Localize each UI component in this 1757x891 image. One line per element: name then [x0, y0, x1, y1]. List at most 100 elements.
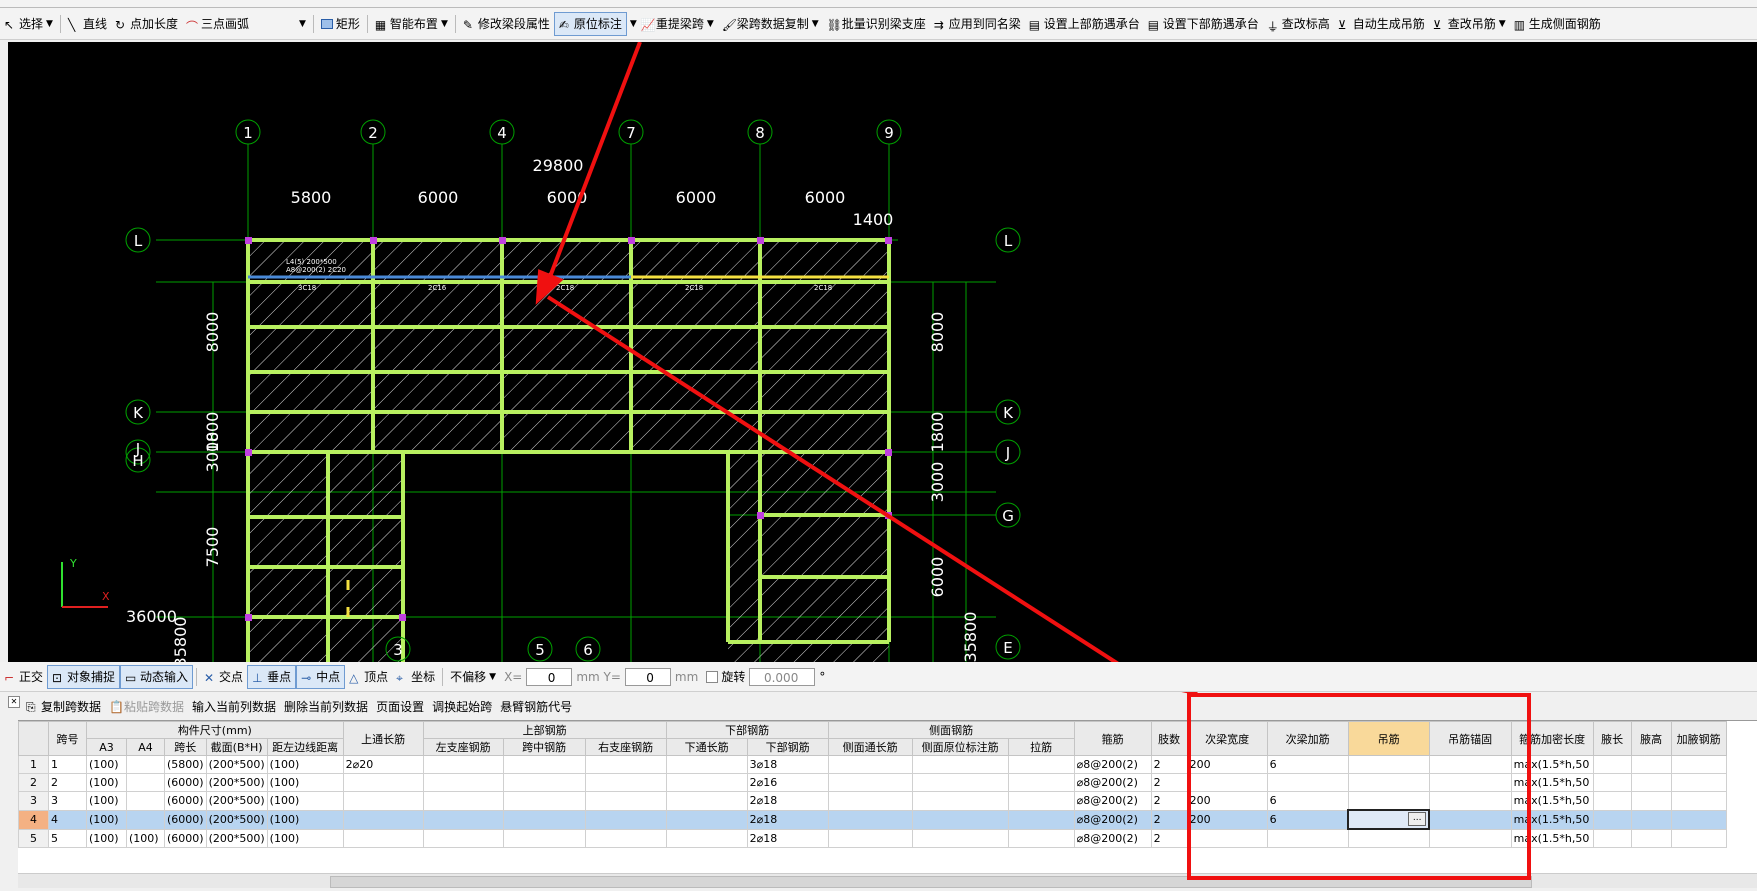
col-bottom-bar[interactable]: 下部钢筋	[746, 738, 829, 756]
grid-cell-dense[interactable]: max(1.5*h,50	[1510, 791, 1594, 811]
grid-cell[interactable]	[584, 773, 667, 792]
grid-cell-span[interactable]: 1	[48, 755, 87, 774]
grid-cell-top[interactable]	[342, 773, 424, 792]
grid-cell-legs[interactable]: 2	[1150, 791, 1188, 811]
midpoint-toggle[interactable]: ⊸ 中点	[296, 664, 346, 689]
grid-cell-dense[interactable]: max(1.5*h,50	[1510, 828, 1594, 848]
grid-cell-dense[interactable]: max(1.5*h,50	[1510, 809, 1594, 830]
col-left-support[interactable]: 左支座钢筋	[422, 738, 504, 756]
grid-cell-a4[interactable]	[126, 755, 165, 774]
grid-cell[interactable]	[1670, 791, 1727, 811]
grid-cell[interactable]	[827, 755, 913, 774]
grid-cell[interactable]	[584, 791, 667, 811]
grid-cell-dist[interactable]: (100)	[266, 828, 344, 848]
grid-cell-top[interactable]	[342, 828, 424, 848]
input-col-button[interactable]: 输入当前列数据	[188, 695, 280, 717]
col-stirrup[interactable]: 箍筋	[1073, 721, 1152, 756]
grid-cell-legs[interactable]: 2	[1150, 755, 1188, 774]
grid-cell-span[interactable]: 4	[48, 809, 87, 830]
col-section[interactable]: 截面(B*H)	[205, 738, 268, 756]
grid-cell[interactable]	[1007, 809, 1075, 830]
grid-cell-a4[interactable]: (100)	[126, 828, 165, 848]
y-input[interactable]: 0	[624, 667, 671, 686]
grid-cell-sw[interactable]	[1186, 773, 1268, 792]
col-haunch-h[interactable]: 腋高	[1630, 721, 1672, 756]
grid-cell[interactable]	[1428, 755, 1512, 774]
grid-cell-a3[interactable]: (100)	[86, 773, 127, 792]
grid-cell-sec[interactable]: (200*500)	[205, 773, 268, 792]
col-a4[interactable]: A4	[126, 738, 165, 756]
col-side-inplace[interactable]: 侧面原位标注筋	[911, 738, 1009, 756]
grid-cell-dist[interactable]: (100)	[266, 755, 344, 774]
grid-cell[interactable]	[911, 828, 1009, 848]
check-hanger-button[interactable]: ⊻ 查改吊筋 ▼	[1429, 13, 1510, 35]
grid-cell-idx[interactable]: 4	[18, 809, 49, 830]
auto-hanger-button[interactable]: ⊻ 自动生成吊筋	[1334, 13, 1429, 35]
grid-cell[interactable]	[1428, 773, 1512, 792]
grid-cell[interactable]	[1007, 828, 1075, 848]
col-span-no[interactable]: 跨号	[48, 721, 87, 756]
grid-cell[interactable]	[1347, 791, 1430, 811]
grid-cell[interactable]	[1007, 791, 1075, 811]
page-setup-button[interactable]: 页面设置	[372, 695, 428, 717]
grid-cell[interactable]	[827, 791, 913, 811]
col-side-through[interactable]: 侧面通长筋	[827, 738, 913, 756]
apply-same-button[interactable]: ⇉ 应用到同名梁	[930, 13, 1025, 35]
delete-col-button[interactable]: 删除当前列数据	[280, 695, 372, 717]
intersection-toggle[interactable]: ✕ 交点	[200, 666, 247, 688]
offset-select[interactable]: 不偏移 ▼	[446, 666, 500, 688]
grid-cell-bot[interactable]: 2⌀18	[746, 791, 829, 811]
grid-cell-span[interactable]: 3	[48, 791, 87, 811]
smart-place-button[interactable]: ▦ 智能布置 ▼	[371, 13, 452, 35]
grid-cell[interactable]	[502, 828, 586, 848]
col-dense-len[interactable]: 箍筋加密长度	[1510, 721, 1594, 756]
arc-button[interactable]: ⌒ 三点画弧 ▼	[182, 13, 310, 35]
grid-cell-sa[interactable]	[1266, 773, 1349, 792]
grid-cell-sw[interactable]: 200	[1186, 791, 1268, 811]
drawing-canvas[interactable]: 29800 5800 6000 6000 6000 6000 1400 1 2 …	[8, 42, 1757, 662]
grid-cell[interactable]	[911, 791, 1009, 811]
gen-side-button[interactable]: ▥ 生成侧面钢筋	[1510, 13, 1605, 35]
grid-cell-dist[interactable]: (100)	[266, 773, 344, 792]
grid-cell[interactable]	[1670, 809, 1727, 830]
rotate-input[interactable]: 0.000	[749, 667, 816, 686]
grid-cell[interactable]	[1592, 755, 1632, 774]
modify-span-button[interactable]: ✎ 修改梁段属性	[459, 13, 554, 35]
grid-cell[interactable]	[665, 809, 748, 830]
col-sec-add[interactable]: 次梁加筋	[1266, 721, 1349, 756]
grid-cell[interactable]	[1670, 773, 1727, 792]
grid-cell[interactable]	[1630, 828, 1672, 848]
grid-cell-stirrup[interactable]: ⌀8@200(2)	[1073, 773, 1152, 792]
grid-cell[interactable]	[1347, 828, 1430, 848]
grid-cell[interactable]	[502, 791, 586, 811]
grid-cell-a4[interactable]	[126, 791, 165, 811]
grid-cell[interactable]	[1428, 828, 1512, 848]
grid-cell[interactable]	[422, 791, 504, 811]
set-top-bearing-button[interactable]: ▤ 设置上部筋遇承台	[1025, 13, 1144, 35]
grid-cell-top[interactable]: 2⌀20	[342, 755, 424, 774]
in-place-label-button[interactable]: ✍ 原位标注	[553, 11, 627, 36]
grid-cell-idx[interactable]: 2	[18, 773, 49, 792]
grid-cell-a3[interactable]: (100)	[86, 755, 127, 774]
grid-cell[interactable]	[584, 809, 667, 830]
grid-cell-legs[interactable]: 2	[1150, 828, 1188, 848]
batch-identify-button[interactable]: ⛓ 批量识别梁支座	[823, 13, 930, 35]
col-span-len[interactable]: 跨长	[164, 738, 207, 756]
col-haunch-bar[interactable]: 加腋钢筋	[1670, 721, 1727, 756]
grid-cell-len[interactable]: (6000)	[164, 828, 207, 848]
grid-cell[interactable]	[1630, 773, 1672, 792]
grid-cell[interactable]	[1347, 755, 1430, 774]
line-button[interactable]: ╲ 直线	[64, 13, 111, 35]
grid-cell-a4[interactable]	[126, 773, 165, 792]
grid-cell-sec[interactable]: (200*500)	[205, 755, 268, 774]
ellipsis-button[interactable]: ...	[1408, 812, 1427, 826]
grid-cell[interactable]	[1592, 791, 1632, 811]
grid-cell-stirrup[interactable]: ⌀8@200(2)	[1073, 791, 1152, 811]
grid-cell-top[interactable]	[342, 809, 424, 830]
check-elevation-button[interactable]: ⏚ 查改标高	[1263, 13, 1334, 35]
grid-cell[interactable]	[911, 809, 1009, 830]
table-row[interactable]: 5 5 (100) (100) (6000) (200*500) (100) 2⌀18 ⌀8@2…	[18, 828, 1727, 848]
grid-cell-bot[interactable]: 2⌀18	[746, 809, 829, 830]
col-bottom-through[interactable]: 下通长筋	[665, 738, 748, 756]
grid-cell[interactable]	[827, 828, 913, 848]
